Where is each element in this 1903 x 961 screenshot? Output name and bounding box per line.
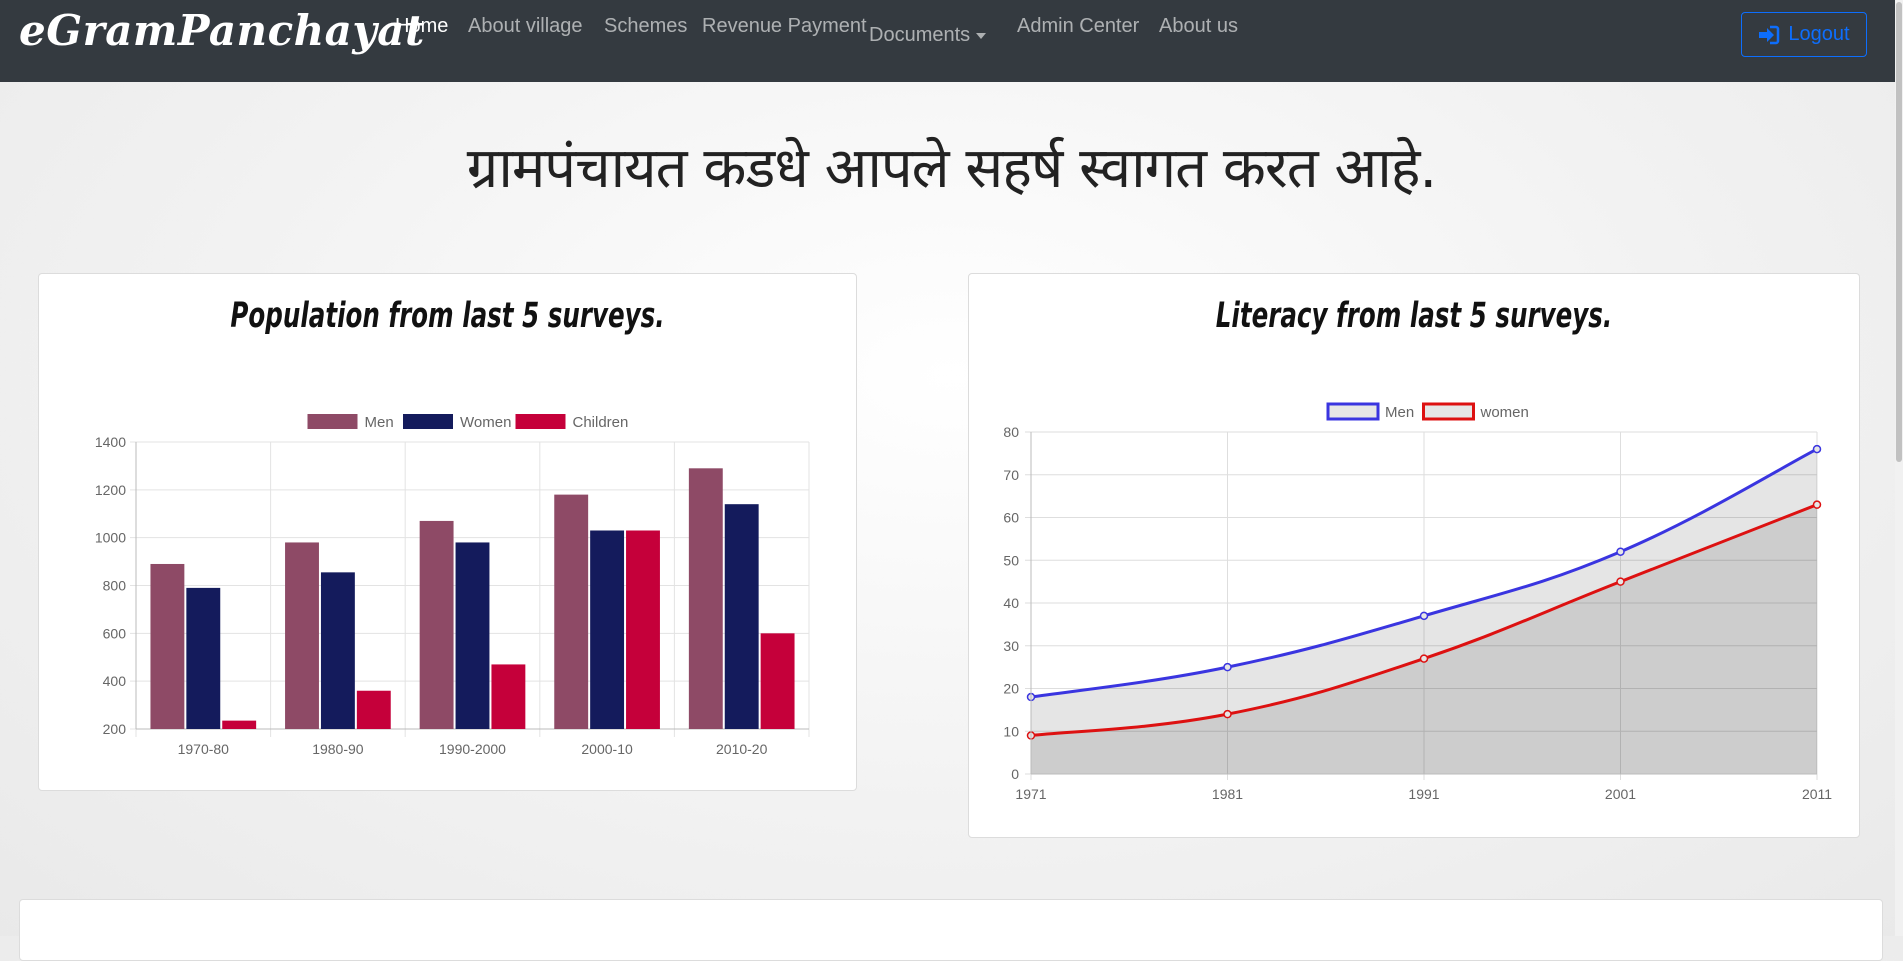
literacy-line-chart: 0 10 20 30 40 50 60 70 80 1971 1981 1991 2001 2011 Men… [1003,402,1832,802]
next-section-card [19,899,1883,961]
x-tick-label: 1971 [1015,786,1046,802]
x-tick-label: 2011 [1802,786,1832,802]
sign-in-icon [1759,25,1780,44]
bar-children-1990-2000 [491,664,526,729]
point-women-1991 [1419,654,1429,663]
y-tick-label: 50 [1003,552,1019,568]
welcome-heading: ग्रामपंचायत कडधे आपले सहर्ष स्वागत करत आ… [466,136,1438,201]
nav-about-us[interactable]: About us [1159,15,1238,38]
bar-men-1970-80 [150,563,185,729]
nav-documents-label: Documents [869,24,971,46]
y-tick-label: 40 [1003,595,1019,611]
x-tick-label: 1980-90 [312,741,364,757]
nav-schemes[interactable]: Schemes [604,15,687,38]
point-men-1981 [1223,662,1232,672]
bar-children-2010-20 [760,633,795,729]
literacy-card: Literacy from last 5 surveys. 0 10 20 30 40 5… [968,273,1860,838]
population-bar-chart: 200 400 600 800 1000 1200 1400 1970-80 1980-90 19… [95,414,810,757]
legend-swatch-children [515,414,566,429]
y-tick-label: 80 [1003,424,1019,440]
legend-swatch-men [307,414,358,429]
point-women-1981 [1223,709,1232,719]
legend-label-men: Men [1385,404,1414,421]
top-navbar: eGramPanchayat Home About village Scheme… [0,0,1903,82]
y-tick-label: 10 [1003,723,1019,739]
y-tick-label: 1200 [95,482,126,498]
y-tick-label: 20 [1003,681,1019,697]
point-men-2011 [1812,444,1822,454]
legend-swatch-women [403,414,453,429]
x-tick-label: 2001 [1605,786,1636,802]
population-card: Population from last 5 surveys. 200 400 60… [38,273,857,791]
x-tick-label: 1981 [1212,786,1243,802]
nav-admin-center[interactable]: Admin Center [1017,15,1139,38]
point-women-2011 [1812,500,1822,509]
nav-revenue-payment[interactable]: Revenue Payment [702,15,867,38]
bar-women-1970-80 [186,587,221,729]
bar-children-2000-10 [626,530,660,729]
legend-label-women: Women [460,414,511,431]
bar-men-2010-20 [688,468,723,729]
nav-home[interactable]: Home [395,15,448,38]
x-tick-label: 2000-10 [581,741,633,757]
y-tick-label: 30 [1003,638,1019,654]
bar-children-1980-90 [356,690,391,729]
legend-label-women: women [1480,404,1529,421]
bar-women-2000-10 [590,530,625,729]
legend-label-men: Men [365,414,394,431]
point-men-2001 [1616,547,1625,556]
x-tick-label: 1970-80 [178,741,230,757]
bar-children-1970-80 [222,720,257,729]
y-tick-label: 70 [1003,467,1019,483]
point-men-1991 [1419,611,1429,621]
nav-documents-dropdown[interactable]: Documents [869,24,987,47]
bar-women-1980-90 [320,572,355,729]
x-tick-label: 2010-20 [716,741,768,757]
bar-women-1990-2000 [455,542,490,729]
caret-down-icon [976,32,987,39]
y-tick-label: 1400 [95,434,126,450]
bar-women-2010-20 [724,504,759,729]
bar-men-2000-10 [554,494,589,729]
y-tick-label: 1000 [95,530,126,546]
legend-swatch-men [1326,402,1380,421]
legend-swatch-women [1422,402,1475,421]
brand-logo[interactable]: eGramPanchayat [19,6,425,55]
legend-label-children: Children [573,414,629,431]
nav-about-village[interactable]: About village [468,15,583,38]
y-tick-label: 400 [103,673,127,689]
bar-men-1980-90 [285,542,319,729]
y-tick-label: 200 [103,721,127,737]
point-women-2001 [1616,577,1625,586]
y-tick-label: 800 [103,578,127,594]
bar-men-1990-2000 [419,520,454,729]
y-tick-label: 0 [1011,766,1019,782]
logout-button[interactable]: Logout [1741,12,1867,57]
y-tick-label: 600 [103,625,127,641]
x-tick-label: 1991 [1408,786,1439,802]
y-tick-label: 60 [1003,510,1019,526]
logout-label: Logout [1788,23,1850,45]
x-tick-label: 1990-2000 [439,741,506,757]
scrollbar-thumb[interactable] [1896,2,1902,462]
